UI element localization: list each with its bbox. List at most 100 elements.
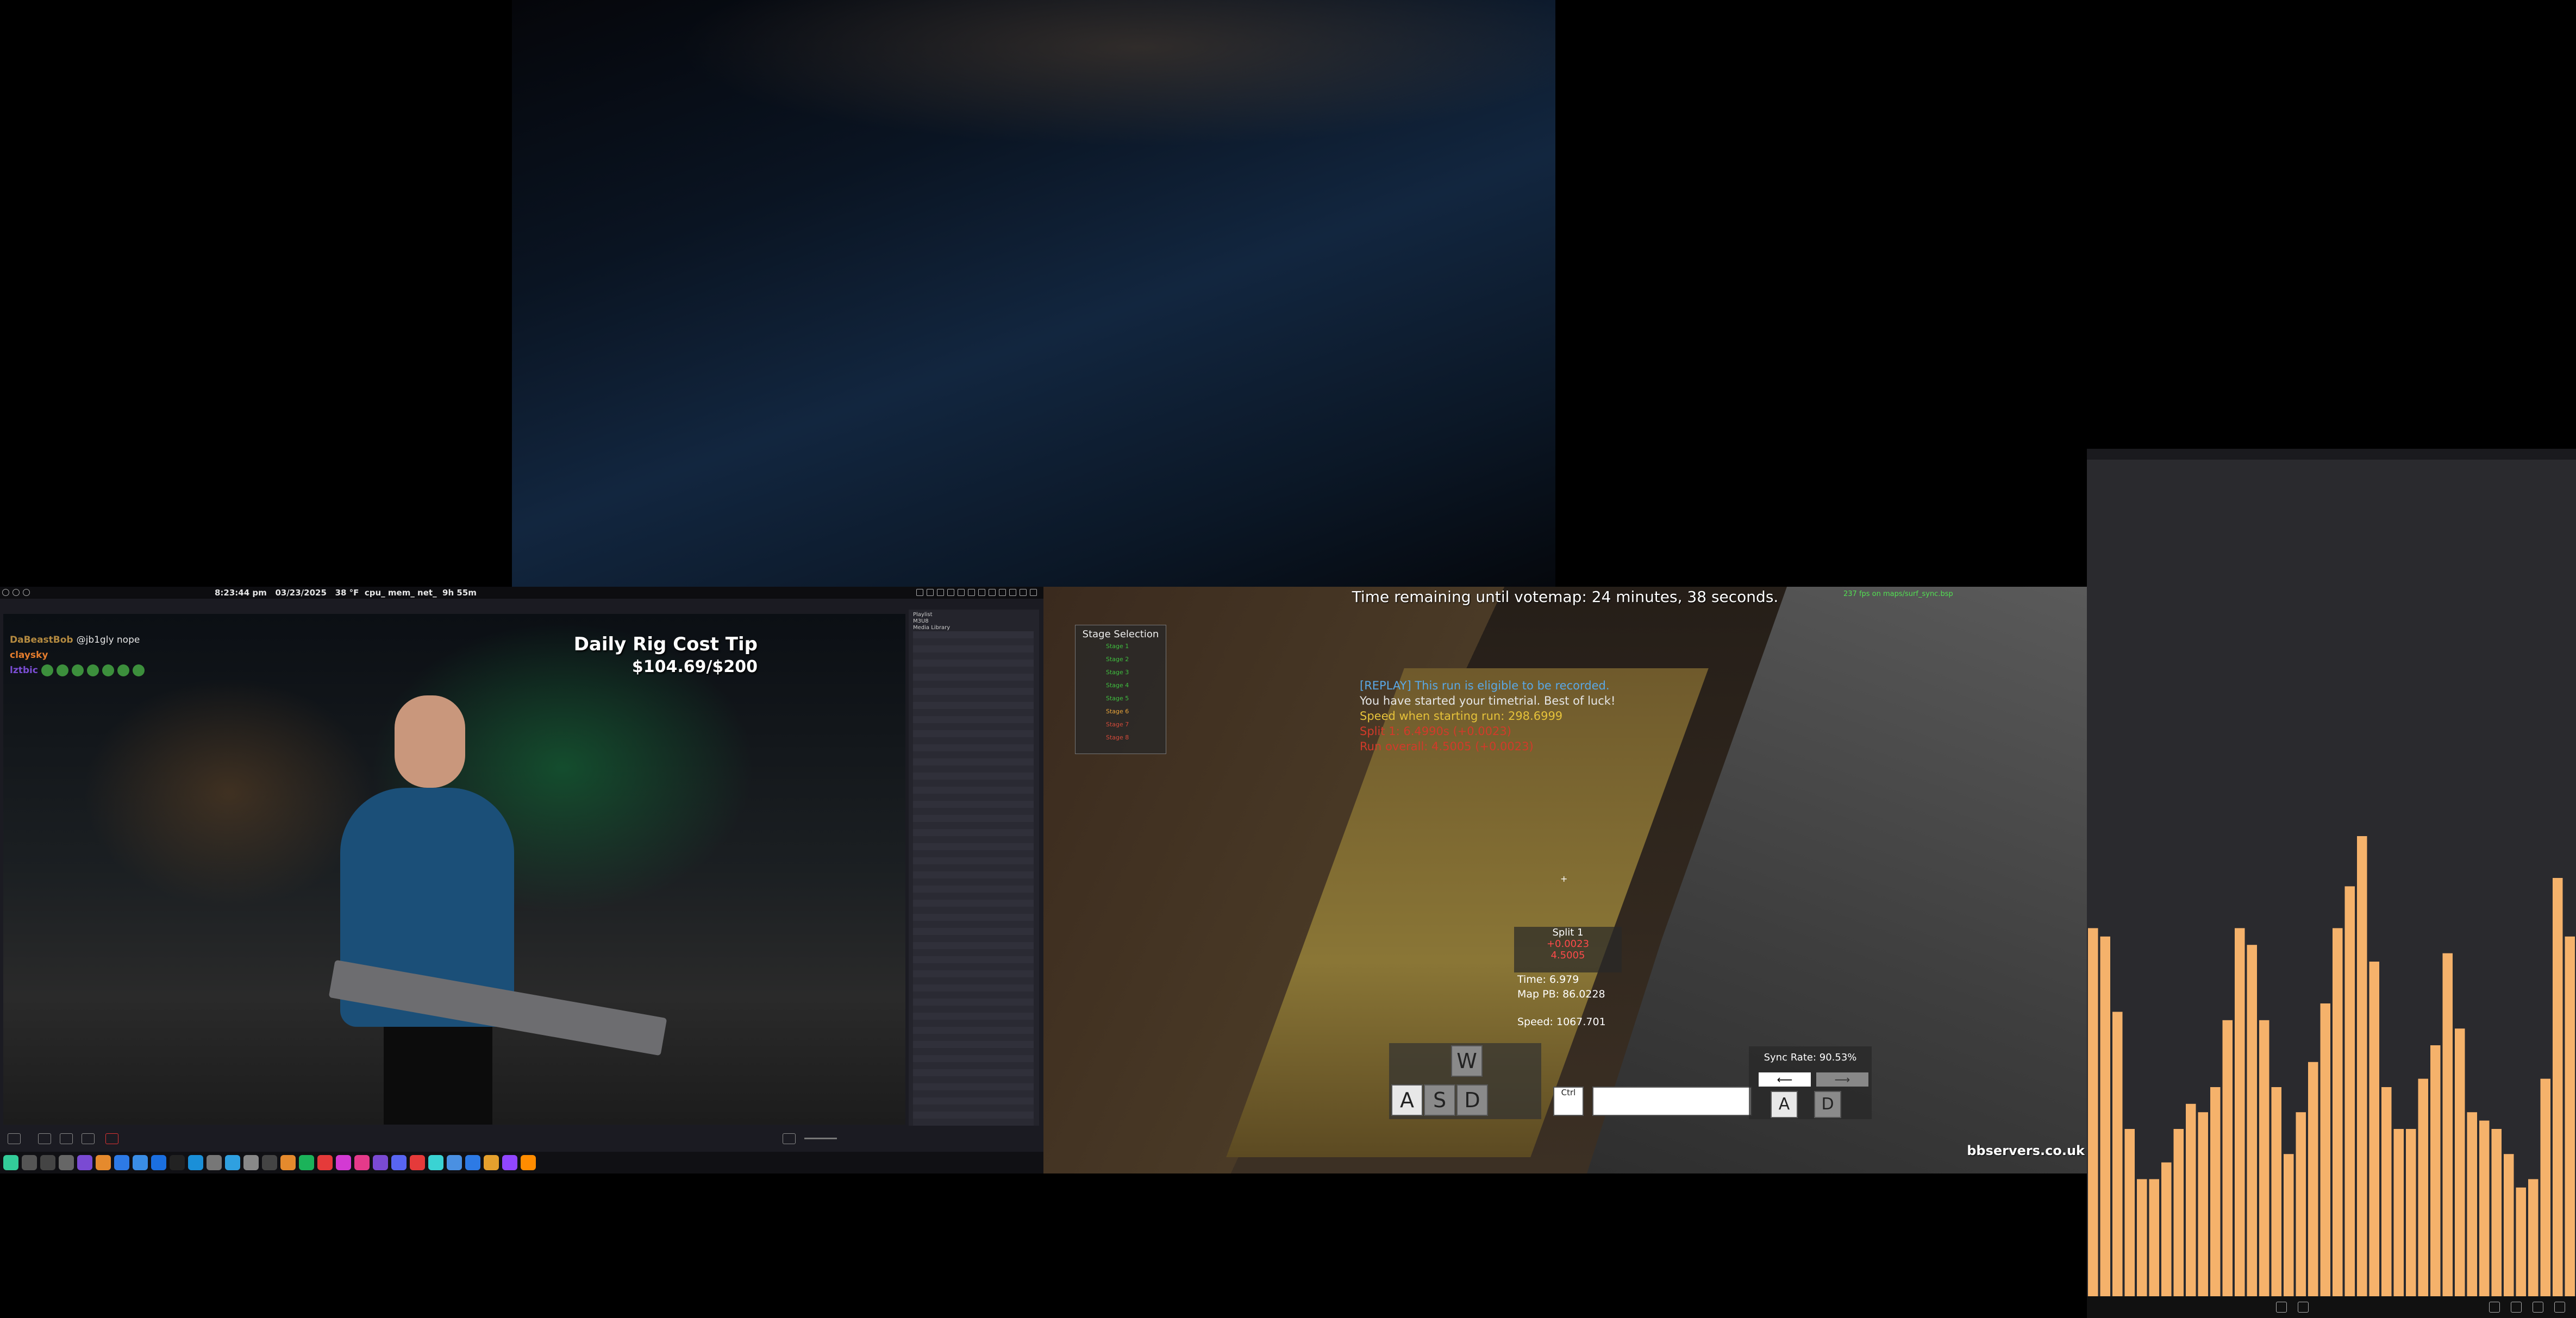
app-icon[interactable] <box>336 1155 351 1170</box>
visualizer-bar <box>2393 1129 2404 1296</box>
taskbar-icon[interactable] <box>2276 1302 2287 1313</box>
playlist-header: Playlist M3U8 Media Library <box>909 610 1039 633</box>
visualizer-bar <box>2491 1129 2502 1296</box>
workspace-icon[interactable] <box>12 589 20 596</box>
tray-icon[interactable] <box>989 589 996 596</box>
stage-item[interactable]: Stage 4 <box>1076 679 1166 692</box>
taskbar-icon[interactable] <box>2298 1302 2309 1313</box>
app-icon[interactable] <box>391 1155 407 1170</box>
taskbar-icon[interactable] <box>2554 1302 2565 1313</box>
taskbar-icon[interactable] <box>2511 1302 2522 1313</box>
app-icon[interactable] <box>447 1155 462 1170</box>
app-icon[interactable] <box>207 1155 222 1170</box>
visualizer-titlebar <box>2087 449 2576 460</box>
tray-icon[interactable] <box>927 589 934 596</box>
stream-chat: DaBeastBob @jb1gly nope claysky lztbic <box>10 632 238 678</box>
chat-line: [REPLAY] This run is eligible to be reco… <box>1360 679 1610 692</box>
stop-button[interactable] <box>60 1133 73 1144</box>
visualizer-bar <box>2528 1179 2539 1296</box>
tray-icon[interactable] <box>1020 589 1027 596</box>
visualizer-bar <box>2540 1078 2550 1296</box>
app-icon[interactable] <box>521 1155 536 1170</box>
visualizer-bar <box>2173 1129 2184 1296</box>
app-icon[interactable] <box>280 1155 296 1170</box>
stage-item[interactable]: Stage 6 <box>1076 705 1166 718</box>
app-icon[interactable] <box>170 1155 185 1170</box>
tray-icon[interactable] <box>937 589 944 596</box>
tray-icon[interactable] <box>947 589 954 596</box>
tray-icon[interactable] <box>999 589 1006 596</box>
playlist-tab[interactable]: Playlist <box>913 612 1035 618</box>
app-icon[interactable] <box>502 1155 517 1170</box>
app-icon[interactable] <box>354 1155 370 1170</box>
settings-icon[interactable] <box>23 589 30 596</box>
clock-time: 8:23:44 pm <box>215 588 267 598</box>
overlay-amount: $104.69/$200 <box>632 657 758 676</box>
app-icon[interactable] <box>317 1155 333 1170</box>
stage-item[interactable]: Stage 5 <box>1076 692 1166 705</box>
sync-rate: Sync Rate: 90.53% <box>1764 1052 1857 1063</box>
app-icon[interactable] <box>410 1155 425 1170</box>
playlist-tab[interactable]: M3U8 <box>913 618 1035 625</box>
emote-icon <box>86 664 99 676</box>
app-icon[interactable] <box>3 1155 18 1170</box>
tray-icon[interactable] <box>958 589 965 596</box>
visualizer-bar <box>2210 1087 2221 1296</box>
taskbar-icon[interactable] <box>2489 1302 2500 1313</box>
pause-button[interactable] <box>8 1133 21 1144</box>
split-panel: Split 1 +0.0023 4.5005 <box>1514 927 1622 972</box>
app-icon[interactable] <box>262 1155 277 1170</box>
stage-item[interactable]: Stage 3 <box>1076 666 1166 679</box>
app-icon[interactable] <box>428 1155 443 1170</box>
video-frame[interactable]: DaBeastBob @jb1gly nope claysky lztbic D… <box>3 614 905 1125</box>
stage-selection-title: Stage Selection <box>1082 629 1159 640</box>
stage-item[interactable]: Stage 1 <box>1076 640 1166 653</box>
tray-icon[interactable] <box>1009 589 1016 596</box>
chat-username: DaBeastBob <box>10 635 73 645</box>
app-icon[interactable] <box>114 1155 129 1170</box>
app-icon[interactable] <box>465 1155 480 1170</box>
stage-item[interactable]: Stage 7 <box>1076 718 1166 731</box>
visualizer-bar <box>2430 1045 2441 1296</box>
speed-readout: Speed: 1067.701 <box>1517 1016 1606 1028</box>
key-w: W <box>1451 1045 1483 1077</box>
key-a: A <box>1391 1084 1423 1116</box>
chat-username: claysky <box>10 650 48 661</box>
playlist-tab[interactable]: Media Library <box>913 625 1035 631</box>
app-icon[interactable] <box>59 1155 74 1170</box>
tray-icon[interactable] <box>1030 589 1037 596</box>
app-icon[interactable] <box>77 1155 92 1170</box>
visualizer-bar <box>2418 1078 2428 1296</box>
playlist-list[interactable] <box>913 631 1034 1126</box>
visualizer-bar <box>2247 945 2257 1296</box>
stage-item[interactable]: Stage 8 <box>1076 731 1166 744</box>
visualizer-bar <box>2198 1112 2208 1296</box>
app-icon[interactable] <box>40 1155 55 1170</box>
left-arrow-icon: ⟵ <box>1759 1072 1811 1087</box>
menu-icon[interactable] <box>2 589 9 596</box>
app-icon[interactable] <box>96 1155 111 1170</box>
app-icon[interactable] <box>484 1155 499 1170</box>
app-icon[interactable] <box>22 1155 37 1170</box>
next-button[interactable] <box>82 1133 95 1144</box>
app-icon[interactable] <box>299 1155 314 1170</box>
game-window[interactable]: Time remaining until votemap: 24 minutes… <box>1043 587 2087 1173</box>
streamer-legs <box>384 1027 492 1125</box>
app-icon[interactable] <box>188 1155 203 1170</box>
app-icon[interactable] <box>133 1155 148 1170</box>
record-button[interactable] <box>105 1133 118 1144</box>
volume-slider[interactable] <box>804 1138 837 1139</box>
prev-button[interactable] <box>38 1133 51 1144</box>
app-icon[interactable] <box>373 1155 388 1170</box>
visualizer-bar <box>2357 836 2367 1296</box>
app-icon[interactable] <box>243 1155 259 1170</box>
taskbar-icon[interactable] <box>2533 1302 2543 1313</box>
tray-icon[interactable] <box>978 589 985 596</box>
stage-item[interactable]: Stage 2 <box>1076 653 1166 666</box>
app-icon[interactable] <box>225 1155 240 1170</box>
tray-icon[interactable] <box>968 589 975 596</box>
overlay-title: Daily Rig Cost Tip <box>573 633 758 655</box>
app-icon[interactable] <box>151 1155 166 1170</box>
volume-icon[interactable] <box>783 1133 796 1144</box>
tray-icon[interactable] <box>916 589 923 596</box>
